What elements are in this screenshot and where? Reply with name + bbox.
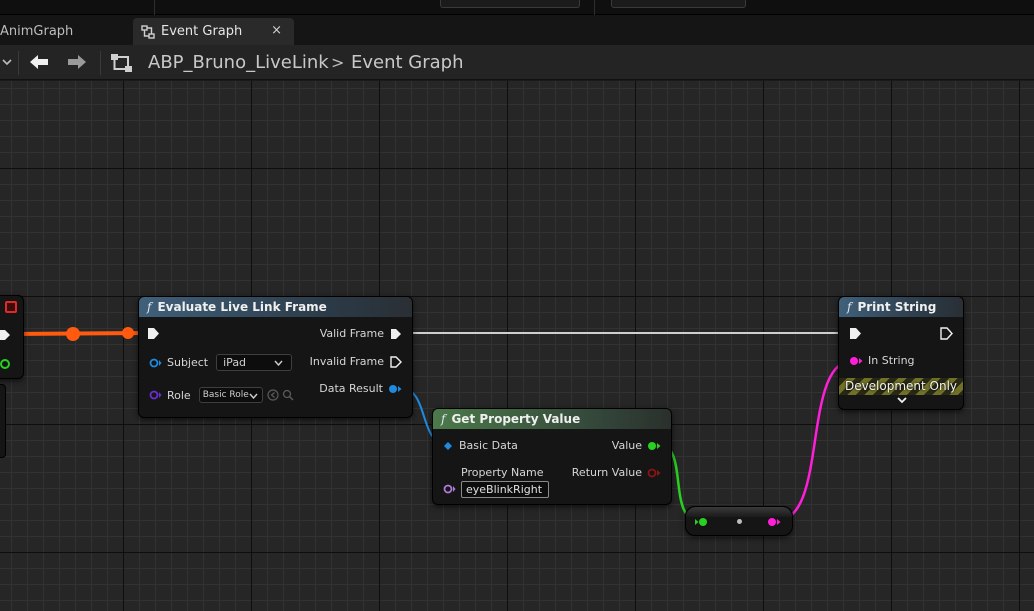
- node-header: f Print String: [839, 297, 963, 317]
- node-print-string[interactable]: f Print String In String Development Only: [838, 296, 964, 410]
- breadcrumb-item-blueprint[interactable]: ABP_Bruno_LiveLink: [148, 51, 329, 75]
- breadcrumb-item-graph[interactable]: Event Graph: [351, 51, 464, 75]
- property-name-input[interactable]: eyeBlinkRight: [461, 481, 549, 498]
- struct-ref-pin-icon: [444, 441, 452, 450]
- close-icon[interactable]: ×: [271, 23, 282, 38]
- invalid-frame-pin[interactable]: Invalid Frame: [310, 355, 402, 368]
- pin-label: Valid Frame: [319, 327, 384, 340]
- function-icon: f: [441, 412, 446, 426]
- node-header: f Evaluate Live Link Frame: [139, 297, 412, 317]
- subject-value: iPad: [223, 356, 247, 369]
- arrow-left-icon: [30, 55, 48, 69]
- string-out-pin[interactable]: [767, 516, 781, 528]
- exec-out-pin: [391, 328, 401, 339]
- arrow-right-icon: [68, 55, 86, 69]
- graph-icon: [111, 54, 132, 72]
- exec-wire-knot: [66, 327, 80, 341]
- role-value: Basic Role: [202, 390, 249, 400]
- node-header: f Get Property Value: [433, 409, 671, 429]
- subject-pin[interactable]: Subject iPad: [149, 354, 293, 371]
- pin-label: Basic Data: [459, 439, 518, 452]
- tab-animgraph[interactable]: AnimGraph: [0, 18, 120, 45]
- basic-data-pin[interactable]: Basic Data: [443, 439, 518, 452]
- stop-icon: [5, 301, 17, 313]
- offscreen-node[interactable]: [0, 295, 24, 379]
- subject-dropdown[interactable]: iPad: [216, 354, 293, 371]
- tab-strip: AnimGraph Event Graph ×: [0, 15, 1034, 45]
- exec-wire-knot: [122, 327, 134, 339]
- pin-label: Value: [611, 439, 642, 452]
- toolbar-divider: [594, 0, 595, 15]
- exec-in-pin[interactable]: [849, 327, 862, 340]
- pin-label: Data Result: [319, 382, 383, 395]
- property-name-pin[interactable]: Property Name eyeBlinkRight: [443, 466, 549, 498]
- development-only-label: Development Only: [844, 379, 958, 393]
- pin-label: Subject: [167, 356, 209, 369]
- chevron-down-icon: [2, 59, 12, 66]
- data-result-pin[interactable]: Data Result: [319, 382, 402, 395]
- struct-pin-icon: [389, 384, 402, 393]
- tab-label: AnimGraph: [0, 24, 74, 39]
- node-evaluate-live-link-frame[interactable]: f Evaluate Live Link Frame Subject iPad R…: [138, 296, 413, 418]
- float-in-pin[interactable]: [695, 516, 709, 528]
- breadcrumb-separator: >: [331, 53, 345, 72]
- play-controls[interactable]: [440, 0, 580, 8]
- node-title: Get Property Value: [451, 412, 581, 426]
- in-string-pin[interactable]: In String: [849, 354, 915, 367]
- exec-out-pin: [390, 355, 402, 368]
- back-button[interactable]: [28, 51, 50, 73]
- pin-label: In String: [868, 354, 915, 367]
- exec-in-pin[interactable]: [147, 327, 160, 340]
- offscreen-node[interactable]: [0, 384, 6, 458]
- role-pin[interactable]: Role Basic Role: [149, 387, 294, 403]
- node-title: Print String: [857, 300, 937, 314]
- toolbar-divider: [154, 0, 155, 15]
- use-selected-icon[interactable]: [267, 389, 279, 401]
- node-float-to-string-conversion[interactable]: [685, 506, 793, 536]
- divider: [18, 51, 19, 75]
- bool-pin-icon: [647, 468, 661, 477]
- role-dropdown[interactable]: Basic Role: [198, 387, 263, 403]
- pin-label: Property Name: [461, 466, 544, 479]
- breadcrumb: ABP_Bruno_LiveLink > Event Graph: [0, 45, 1034, 80]
- tab-label: Event Graph: [161, 24, 243, 39]
- divider: [100, 51, 101, 75]
- chevron-down-icon: [249, 393, 258, 399]
- exec-out-pin[interactable]: [940, 327, 953, 340]
- return-value-pin[interactable]: Return Value: [572, 466, 661, 479]
- main-toolbar: [0, 0, 1034, 15]
- function-icon: f: [147, 300, 152, 314]
- name-pin-icon: [443, 484, 456, 494]
- tab-event-graph[interactable]: Event Graph ×: [133, 18, 294, 45]
- forward-button[interactable]: [66, 51, 88, 73]
- node-get-property-value[interactable]: f Get Property Value Basic Data Value Pro…: [432, 408, 672, 505]
- valid-frame-pin[interactable]: Valid Frame: [320, 327, 402, 340]
- chevron-down-icon: [274, 360, 283, 366]
- conversion-dot-icon: [737, 519, 742, 524]
- float-pin-icon: [648, 441, 661, 450]
- pin-label: Return Value: [571, 466, 642, 479]
- history-dropdown[interactable]: [0, 51, 14, 73]
- string-pin-icon: [850, 356, 863, 365]
- struct-pin-icon: [149, 358, 162, 367]
- float-out-pin[interactable]: [0, 358, 11, 370]
- chevron-down-icon[interactable]: [897, 397, 907, 404]
- node-title: Evaluate Live Link Frame: [157, 300, 327, 314]
- function-icon: f: [847, 300, 852, 314]
- class-pin-icon: [149, 390, 162, 400]
- exec-out-pin[interactable]: [0, 329, 11, 341]
- pin-label: Role: [167, 388, 191, 402]
- browse-search-icon[interactable]: [282, 389, 294, 401]
- graph-icon: [141, 24, 155, 39]
- pin-label: Invalid Frame: [309, 355, 384, 368]
- graph-canvas[interactable]: f Evaluate Live Link Frame Subject iPad R…: [0, 81, 1034, 611]
- value-pin[interactable]: Value: [612, 439, 661, 452]
- debug-filter-dropdown[interactable]: [611, 0, 746, 8]
